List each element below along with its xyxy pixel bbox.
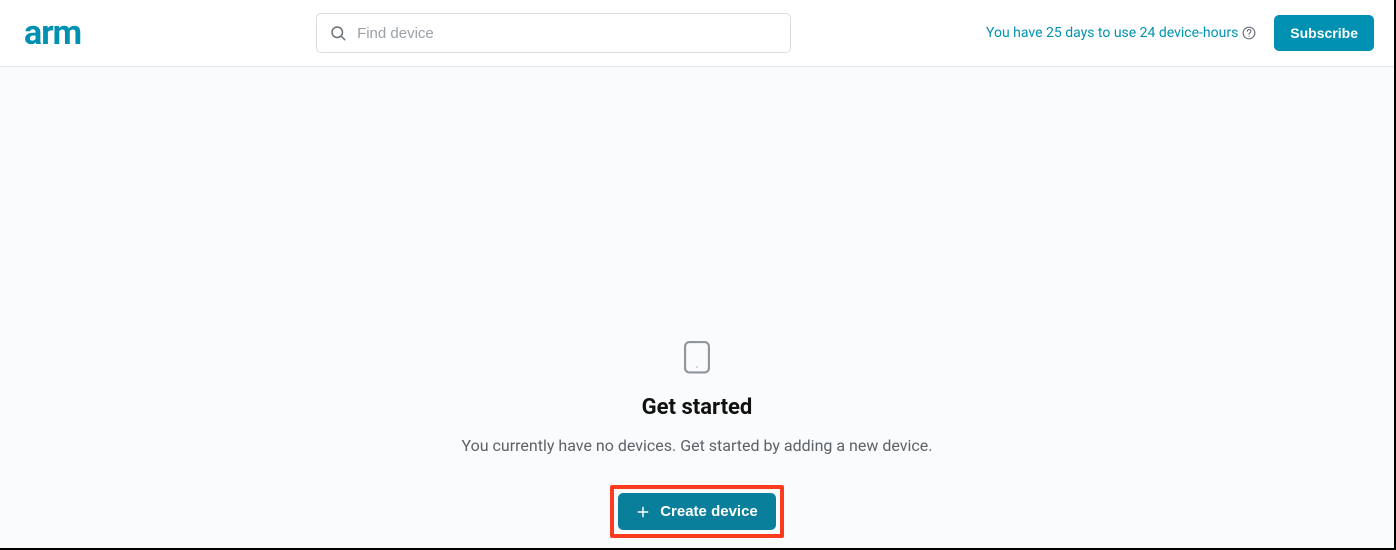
search-input[interactable] [357,25,778,42]
trial-status-text: You have 25 days to use 24 device-hours [986,25,1238,41]
trial-status-link[interactable]: You have 25 days to use 24 device-hours [986,25,1256,41]
create-device-highlight: Create device [610,485,784,538]
help-icon[interactable] [1242,26,1256,40]
search-field[interactable] [316,13,791,53]
create-device-label: Create device [660,503,758,520]
main-content: Get started You currently have no device… [0,67,1394,548]
header: arm You have 25 days to use 24 device-ho… [0,0,1394,67]
empty-state-title: Get started [642,395,753,420]
tablet-icon [684,341,710,373]
empty-state-subtitle: You currently have no devices. Get start… [462,436,933,455]
empty-state: Get started You currently have no device… [462,341,933,538]
create-device-button[interactable]: Create device [618,493,776,530]
logo-text: arm [24,16,81,50]
plus-icon [636,505,650,519]
subscribe-button[interactable]: Subscribe [1274,15,1374,51]
header-right: You have 25 days to use 24 device-hours … [986,15,1374,51]
logo[interactable]: arm [24,16,81,50]
search-icon [329,24,347,42]
search-wrap [121,13,986,53]
